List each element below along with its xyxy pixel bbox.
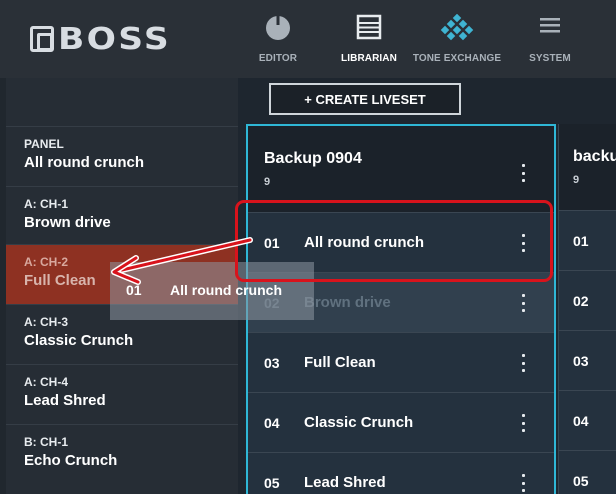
sidebar-item-a-ch4[interactable]: A: CH-4 Lead Shred <box>6 364 238 424</box>
liveset-row[interactable]: 05 <box>559 450 616 494</box>
row-name: Full Clean <box>304 354 376 371</box>
nav-editor[interactable]: EDITOR <box>248 6 308 72</box>
diamond-grid-icon <box>440 13 474 49</box>
sidebar-item-channel: A: CH-2 <box>24 255 68 269</box>
nav-editor-label: EDITOR <box>258 53 298 64</box>
sidebar-item-channel: PANEL <box>24 137 64 151</box>
sidebar-item-name: Classic Crunch <box>24 332 134 349</box>
sidebar-item-channel: B: CH-1 <box>24 435 68 449</box>
nav-librarian[interactable]: LIBRARIAN <box>333 6 405 72</box>
liveset-row[interactable]: 05 Lead Shred <box>248 452 554 494</box>
annotation-highlight-box <box>235 200 553 282</box>
liveset-row[interactable]: 02 <box>559 270 616 330</box>
hamburger-icon <box>538 14 562 41</box>
more-options-icon[interactable] <box>518 474 528 492</box>
nav-tone-exchange[interactable]: TONE EXCHANGE <box>412 6 502 72</box>
nav-system-label: SYSTEM <box>529 53 571 64</box>
sidebar-item-a-ch1[interactable]: A: CH-1 Brown drive <box>6 186 238 246</box>
row-number: 02 <box>573 293 589 309</box>
liveset-title: Backup 0904 <box>264 150 362 167</box>
sidebar-item-name: All round crunch <box>24 154 144 171</box>
sidebar-item-name: Echo Crunch <box>24 452 118 469</box>
row-number: 05 <box>264 475 280 491</box>
list-icon <box>356 14 382 45</box>
more-options-icon[interactable] <box>518 294 528 312</box>
sidebar-item-name: Full Clean <box>24 272 96 289</box>
more-options-icon[interactable] <box>518 414 528 432</box>
drag-ghost-name: All round crunch <box>170 282 282 298</box>
sidebar-item-channel: A: CH-4 <box>24 375 68 389</box>
liveset-row[interactable]: 03 <box>559 330 616 390</box>
liveset-count: 9 <box>573 174 580 186</box>
sidebar-item-b-ch1[interactable]: B: CH-1 Echo Crunch <box>6 424 238 484</box>
more-options-icon[interactable] <box>518 164 528 182</box>
knob-icon <box>264 14 292 47</box>
top-bar: BOSS EDITOR LIBRARIAN TONE EXCHANGE SYST… <box>0 0 616 78</box>
liveset-row[interactable]: 04 <box>559 390 616 450</box>
drag-ghost-number: 01 <box>126 282 142 298</box>
boss-logo: BOSS <box>30 22 169 57</box>
row-number: 01 <box>573 233 589 249</box>
liveset-row[interactable]: 03 Full Clean <box>248 332 554 392</box>
row-number: 03 <box>264 355 280 371</box>
sidebar-item-channel: A: CH-3 <box>24 315 68 329</box>
liveset-row[interactable]: 01 <box>559 210 616 270</box>
liveset-row[interactable]: 04 Classic Crunch <box>248 392 554 452</box>
create-liveset-button[interactable]: + CREATE LIVESET <box>269 83 461 115</box>
row-name: Brown drive <box>304 294 391 311</box>
logo-text: BOSS <box>58 21 171 57</box>
row-number: 03 <box>573 353 589 369</box>
logo-mark <box>30 26 54 52</box>
liveset-count: 9 <box>264 176 271 188</box>
row-name: Lead Shred <box>304 474 386 491</box>
sidebar-item-name: Brown drive <box>24 214 111 231</box>
sidebar-item-channel: A: CH-1 <box>24 197 68 211</box>
nav-librarian-label: LIBRARIAN <box>341 53 397 64</box>
sidebar-item-panel[interactable]: PANEL All round crunch <box>6 126 238 186</box>
more-options-icon[interactable] <box>518 354 528 372</box>
liveset-header: backu 9 <box>559 124 616 210</box>
row-number: 04 <box>573 413 589 429</box>
nav-tone-exchange-label: TONE EXCHANGE <box>412 53 502 64</box>
row-number: 04 <box>264 415 280 431</box>
sidebar-item-name: Lead Shred <box>24 392 106 409</box>
liveset-column-backup[interactable]: backu 9 01 02 03 04 05 <box>558 124 616 494</box>
liveset-title: backu <box>573 148 616 165</box>
row-number: 05 <box>573 473 589 489</box>
row-name: Classic Crunch <box>304 414 414 431</box>
nav-system[interactable]: SYSTEM <box>520 6 580 72</box>
